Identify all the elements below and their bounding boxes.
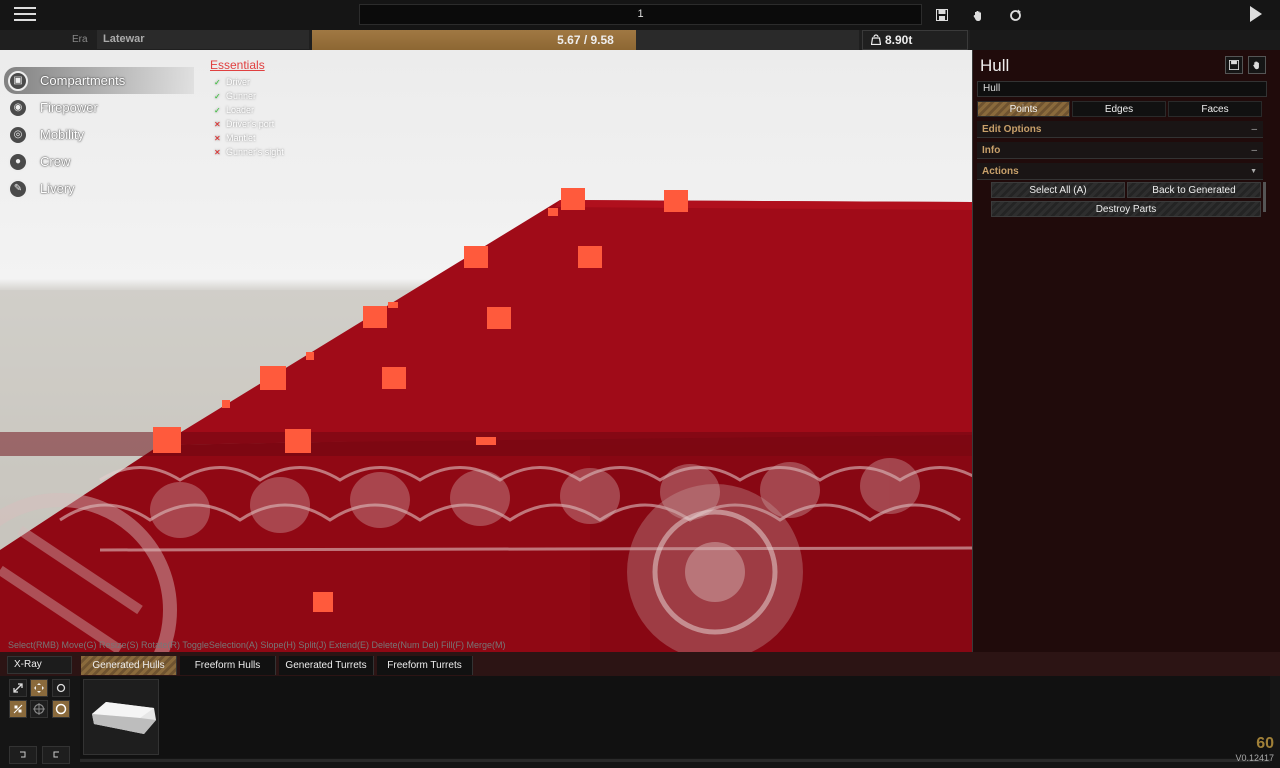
panel-scrollbar[interactable] (1263, 182, 1266, 212)
local-space-icon[interactable] (52, 700, 70, 718)
category-mobility[interactable]: ◎ Mobility (4, 121, 194, 148)
refresh-icon[interactable] (1006, 6, 1024, 24)
essential-item: ✕ Mantlet (210, 131, 284, 145)
snap-tool-icon[interactable] (9, 700, 27, 718)
weight-icon (870, 34, 882, 46)
redo-icon[interactable] (42, 746, 70, 764)
top-toolbar: 1 (0, 0, 1280, 30)
cannon-icon: ◉ (8, 97, 28, 118)
save-icon[interactable] (933, 6, 951, 24)
category-label: Firepower (40, 100, 98, 115)
section-label: Info (982, 145, 1001, 156)
category-compartments[interactable]: ▣ Compartments (4, 67, 194, 94)
cross-icon: ✕ (214, 148, 221, 157)
weight-text: 5.67 / 9.58 (557, 33, 614, 47)
cross-icon: ✕ (214, 134, 221, 143)
keyboard-hints: Select(RMB) Move(G) Resize(S) Rotate(R) … (8, 640, 506, 650)
category-label: Mobility (40, 127, 85, 142)
essentials-title: Essentials (210, 58, 265, 72)
category-livery[interactable]: ✎ Livery (4, 175, 194, 202)
tab-generated-turrets[interactable]: Generated Turrets (279, 656, 374, 675)
cross-icon: ✕ (214, 120, 221, 129)
category-label: Crew (40, 154, 71, 169)
tonnage-value: 8.90t (885, 33, 913, 47)
essential-item: ✕ Gunner's sight (210, 145, 284, 159)
tab-faces[interactable]: Faces (1168, 101, 1262, 117)
section-label: Edit Options (982, 124, 1042, 135)
panel-title: Hull (980, 56, 1010, 75)
save-icon[interactable] (1225, 56, 1243, 74)
part-name-field[interactable]: Hull (977, 81, 1267, 97)
hand-icon[interactable] (969, 6, 987, 24)
collapse-icon: – (1251, 145, 1257, 156)
vehicle-name-field[interactable]: 1 (359, 4, 922, 25)
fps-counter: 60 (1256, 735, 1274, 752)
undo-icon[interactable] (9, 746, 37, 764)
version-label: V0.12417 (1235, 753, 1274, 763)
hand-icon[interactable] (1248, 56, 1266, 74)
section-edit-options[interactable]: Edit Options – (977, 121, 1263, 138)
box-icon: ▣ (8, 70, 28, 91)
xray-toggle[interactable]: X-Ray (7, 656, 72, 674)
essential-label: Gunner (226, 91, 257, 101)
destroy-parts-button[interactable]: Destroy Parts (991, 201, 1261, 217)
resize-tool-icon[interactable] (9, 679, 27, 697)
section-info[interactable]: Info – (977, 142, 1263, 159)
essential-item: ✕ Driver's port (210, 117, 284, 131)
tab-freeform-hulls[interactable]: Freeform Hulls (180, 656, 276, 675)
era-label: Era (72, 34, 88, 45)
tab-points[interactable]: Points (977, 101, 1070, 117)
select-all-button[interactable]: Select All (A) (991, 182, 1125, 198)
person-icon: ● (8, 151, 28, 172)
category-firepower[interactable]: ◉ Firepower (4, 94, 194, 121)
essential-label: Driver's port (226, 119, 275, 129)
back-to-generated-button[interactable]: Back to Generated (1127, 182, 1261, 198)
section-label: Actions (982, 166, 1019, 177)
essential-item: ✓ Gunner (210, 89, 284, 103)
essential-item: ✓ Driver (210, 75, 284, 89)
hull-thumbnail[interactable] (83, 679, 159, 755)
3d-viewport[interactable]: ▣ Compartments ◉ Firepower ◎ Mobility ● … (0, 50, 972, 652)
gallery-scrollbar[interactable] (80, 759, 1270, 762)
check-icon: ✓ (214, 78, 221, 87)
wheel-icon: ◎ (8, 124, 28, 145)
collapse-icon: – (1251, 124, 1257, 135)
category-crew[interactable]: ● Crew (4, 148, 194, 175)
essential-label: Gunner's sight (226, 147, 284, 157)
tab-freeform-turrets[interactable]: Freeform Turrets (377, 656, 473, 675)
category-label: Livery (40, 181, 75, 196)
rotate-tool-icon[interactable] (52, 679, 70, 697)
tab-edges[interactable]: Edges (1072, 101, 1166, 117)
essentials-checklist: Essentials ✓ Driver ✓ Gunner ✓ Loader ✕ Driv… (210, 58, 284, 159)
bottom-bar: X-Ray Generated Hulls Freeform Hulls Gen… (0, 652, 1280, 768)
expand-icon: ▼ (1250, 168, 1257, 175)
category-menu: ▣ Compartments ◉ Firepower ◎ Mobility ● … (4, 67, 194, 202)
menu-icon[interactable] (14, 7, 36, 23)
play-icon[interactable] (1250, 6, 1262, 22)
section-actions[interactable]: Actions ▼ (977, 163, 1263, 180)
hull-gallery (80, 676, 1270, 758)
check-icon: ✓ (214, 92, 221, 101)
tonnage-readout: 8.90t (862, 30, 968, 50)
essential-label: Loader (226, 105, 255, 115)
era-dropdown[interactable]: Latewar (97, 30, 309, 49)
pivot-tool-icon[interactable] (30, 700, 48, 718)
weight-progress: 5.67 / 9.58 (312, 30, 859, 50)
stats-bar: Era Latewar 5.67 / 9.58 8.90t (0, 30, 970, 50)
essential-label: Mantlet (226, 133, 256, 143)
move-tool-icon[interactable] (30, 679, 48, 697)
hull-panel: Hull Hull Points Edges Faces Edit Option… (972, 50, 1280, 655)
category-label: Compartments (40, 73, 126, 88)
essential-label: Driver (226, 77, 250, 87)
tab-generated-hulls[interactable]: Generated Hulls (81, 656, 177, 675)
check-icon: ✓ (214, 106, 221, 115)
brush-icon: ✎ (8, 178, 28, 199)
essential-item: ✓ Loader (210, 103, 284, 117)
